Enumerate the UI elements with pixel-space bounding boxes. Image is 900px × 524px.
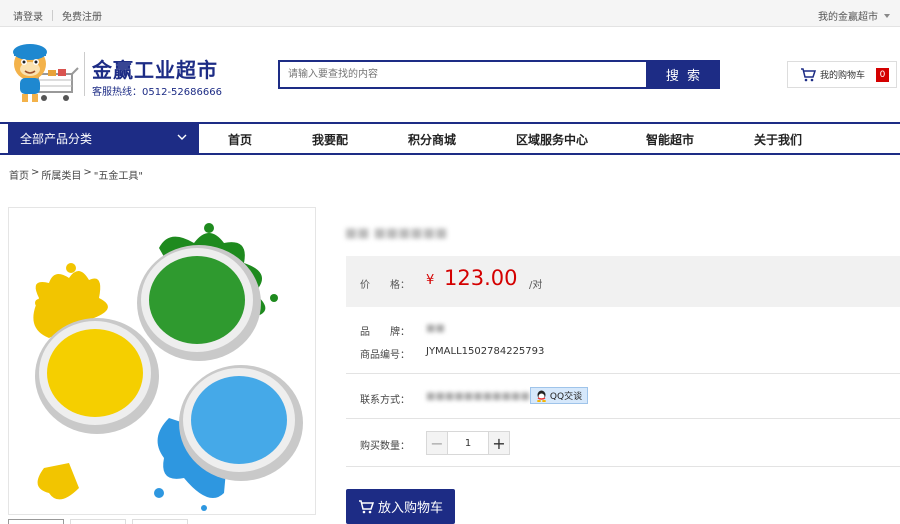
logo-divider [84,52,85,96]
quantity-input[interactable] [448,432,488,454]
search-box [278,60,648,89]
product-image[interactable] [8,207,316,515]
breadcrumb: 首页 > 所属类目 > "五金工具" [9,167,145,182]
top-bar-left: 请登录 免费注册 [13,8,102,23]
quantity-label: 购买数量： [360,441,410,452]
cart-button[interactable]: 我的购物车 0 [787,61,897,88]
caret-down-icon [884,13,890,18]
all-categories-menu[interactable]: 全部产品分类 [8,122,199,155]
mascot-logo[interactable] [8,40,80,106]
my-account-menu[interactable]: 我的金赢超市 [818,8,890,23]
register-link[interactable]: 免费注册 [62,8,102,23]
nav-item-smart-market[interactable]: 智能超市 [646,131,694,148]
nav-item-configure[interactable]: 我要配 [312,131,348,148]
sku-value: JYMALL1502784225793 [426,346,545,357]
search-button[interactable]: 搜 索 [648,60,720,89]
nav-item-points-mall[interactable]: 积分商城 [408,131,456,148]
nav-item-about-us[interactable]: 关于我们 [754,131,802,148]
breadcrumb-separator: > [31,167,40,178]
price-value: 123.00 [444,266,518,290]
brand-value: ■■ [426,323,445,334]
nav-item-home[interactable]: 首页 [228,131,252,148]
thumbnail-strip [8,519,316,524]
hotline-text: 客服热线：0512-52686666 [92,87,222,98]
add-to-cart-label: 放入购物车 [377,501,443,516]
cart-icon [801,67,816,81]
login-link[interactable]: 请登录 [13,8,43,23]
qq-chat-label: QQ交谈 [549,392,583,402]
breadcrumb-current[interactable]: "五金工具" [94,167,143,182]
brand-label: 品 牌： [360,327,410,338]
search-input[interactable] [280,62,646,87]
cart-count-badge: 0 [876,68,889,82]
my-account-label: 我的金赢超市 [818,12,878,23]
nav-item-regional-service[interactable]: 区域服务中心 [516,131,588,148]
cart-icon [358,499,374,513]
qq-icon [536,390,546,402]
increase-button[interactable]: + [488,432,509,454]
brand-name[interactable]: 金赢工业超市 [92,54,218,83]
thumbnail[interactable] [8,519,64,524]
thumbnail[interactable] [132,519,188,524]
divider [346,418,900,419]
price-unit: /对 [529,280,543,291]
contact-value: ■■■■■■■■■■■ [426,391,530,402]
price-label: 价 格： [360,280,410,291]
qq-chat-button[interactable]: QQ交谈 [530,387,588,404]
all-categories-label: 全部产品分类 [20,132,93,146]
divider [52,10,53,21]
divider [346,373,900,374]
breadcrumb-separator: > [83,167,92,178]
breadcrumb-category[interactable]: 所属类目 [41,167,81,182]
plus-icon: + [492,433,506,453]
price-currency: ¥ [426,273,435,288]
divider [346,466,900,467]
product-title: ■■ ■■■■■■ [345,226,448,241]
quantity-stepper: − + [426,431,510,455]
top-bar: 请登录 免费注册 我的金赢超市 [0,0,900,27]
decrease-button[interactable]: − [427,432,448,454]
contact-label: 联系方式： [360,395,410,406]
minus-icon: − [430,433,444,453]
thumbnail[interactable] [70,519,126,524]
sku-label: 商品编号： [360,350,410,361]
chevron-down-icon [177,134,187,140]
add-to-cart-button[interactable]: 放入购物车 [346,489,455,524]
breadcrumb-home[interactable]: 首页 [9,167,29,182]
cart-label: 我的购物车 [820,71,866,81]
